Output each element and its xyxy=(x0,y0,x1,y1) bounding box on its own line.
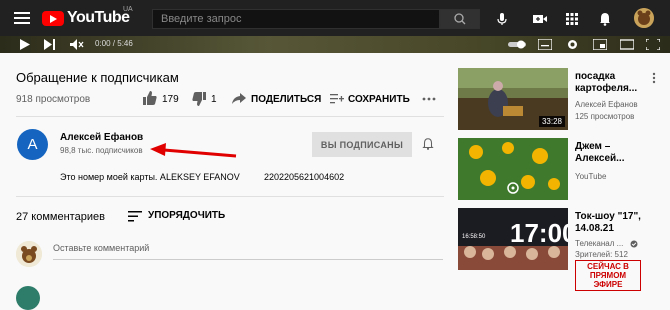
add-to-playlist-icon[interactable] xyxy=(330,93,344,104)
recommendation-thumbnail[interactable] xyxy=(458,138,568,200)
recommendation-channel[interactable]: Телеканал ... xyxy=(575,239,623,249)
video-duration: 33:28 xyxy=(538,116,565,127)
recommendation-meta: 125 просмотров xyxy=(575,112,635,121)
comment-underline xyxy=(53,259,443,260)
youtube-logo-icon[interactable] xyxy=(42,11,64,26)
search-input[interactable] xyxy=(153,10,441,28)
region-label: UA xyxy=(123,6,133,13)
play-icon[interactable] xyxy=(19,39,31,50)
view-count: 918 просмотров xyxy=(16,94,91,105)
viewer-count: Зрителей: 512 xyxy=(575,250,628,259)
svg-text:17:00: 17:00 xyxy=(510,218,568,248)
user-avatar[interactable] xyxy=(634,8,654,28)
video-time: 0:00 / 5:46 xyxy=(95,39,133,48)
add-comment-input[interactable]: Оставьте комментарий xyxy=(53,243,149,253)
search-box xyxy=(152,9,441,29)
video-player-controls: 0:00 / 5:46 xyxy=(0,36,670,53)
save-button[interactable]: СОХРАНИТЬ xyxy=(348,94,410,105)
more-actions-icon[interactable] xyxy=(422,97,436,101)
recommendation-thumbnail[interactable]: 16:58:50 17:00 xyxy=(458,208,568,270)
share-arrow-icon[interactable] xyxy=(232,93,246,104)
recommendation-title[interactable]: Ток-шоу "17", 14.08.21 xyxy=(575,211,641,235)
recommendation-title[interactable]: Джем – Алексей... xyxy=(575,141,624,165)
subtitles-icon[interactable] xyxy=(538,39,552,50)
autoplay-toggle-icon[interactable] xyxy=(508,39,528,50)
next-comment-avatar xyxy=(16,286,40,310)
card-number: 2202205621004602 xyxy=(264,172,345,182)
recommendation-channel[interactable]: Алексей Ефанов xyxy=(575,100,638,110)
miniplayer-icon[interactable] xyxy=(593,39,607,50)
more-options-icon[interactable] xyxy=(652,72,656,84)
dislike-count[interactable]: 1 xyxy=(211,94,217,105)
subscriber-count: 98,8 тыс. подписчиков xyxy=(60,146,143,155)
divider xyxy=(16,116,444,117)
share-button[interactable]: ПОДЕЛИТЬСЯ xyxy=(251,94,321,105)
fullscreen-icon[interactable] xyxy=(646,39,660,50)
sort-icon[interactable] xyxy=(128,211,142,222)
live-now-badge: СЕЙЧАС В ПРЯМОМ ЭФИРЕ xyxy=(575,260,641,291)
video-title: Обращение к подписчикам xyxy=(16,70,179,85)
create-video-icon[interactable] xyxy=(532,11,548,27)
apps-grid-icon[interactable] xyxy=(564,11,580,27)
commenter-avatar xyxy=(16,241,42,267)
verified-check-icon xyxy=(630,240,638,248)
search-icon xyxy=(454,13,466,25)
channel-bell-icon[interactable] xyxy=(421,137,435,151)
subscribed-button[interactable]: ВЫ ПОДПИСАНЫ xyxy=(312,132,412,157)
dislike-thumb-icon[interactable] xyxy=(192,92,206,106)
volume-muted-icon[interactable] xyxy=(70,39,84,50)
video-description: Это номер моей карты. ALEKSEY EFANOV xyxy=(60,172,240,182)
channel-avatar[interactable]: А xyxy=(17,129,48,160)
recommendation-title[interactable]: посадка картофеля... xyxy=(575,71,637,95)
recommendation-channel[interactable]: YouTube xyxy=(575,172,606,182)
like-thumb-icon[interactable] xyxy=(143,91,157,105)
red-arrow-annotation xyxy=(150,143,237,158)
logo-text[interactable]: YouTube xyxy=(67,9,130,27)
microphone-icon[interactable] xyxy=(494,11,510,27)
comments-count: 27 комментариев xyxy=(16,211,105,223)
theater-mode-icon[interactable] xyxy=(620,39,634,50)
like-count[interactable]: 179 xyxy=(162,94,179,105)
menu-icon[interactable] xyxy=(14,12,30,24)
svg-text:16:58:50: 16:58:50 xyxy=(462,234,486,240)
recommendation-thumbnail[interactable]: 33:28 xyxy=(458,68,568,130)
next-icon[interactable] xyxy=(44,39,56,50)
channel-name[interactable]: Алексей Ефанов xyxy=(60,132,143,143)
divider xyxy=(16,196,444,197)
top-bar: YouTube UA xyxy=(0,0,670,36)
settings-gear-icon[interactable] xyxy=(566,38,579,51)
notifications-bell-icon[interactable] xyxy=(597,11,613,27)
search-button[interactable] xyxy=(440,9,480,29)
sort-button[interactable]: УПОРЯДОЧИТЬ xyxy=(148,210,225,221)
